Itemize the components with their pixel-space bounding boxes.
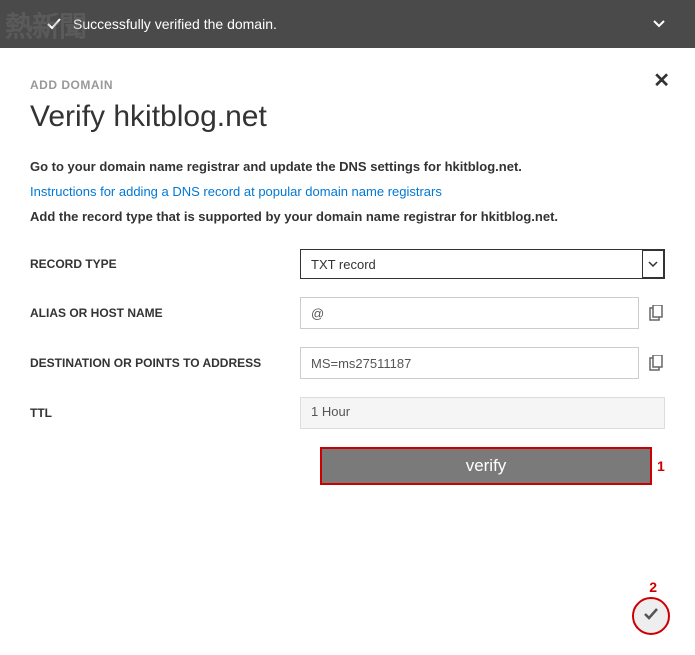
record-type-label: RECORD TYPE bbox=[30, 257, 300, 271]
main-content: ✕ ADD DOMAIN Verify hkitblog.net Go to y… bbox=[0, 48, 695, 485]
destination-row: DESTINATION OR POINTS TO ADDRESS bbox=[30, 347, 665, 379]
page-title: Verify hkitblog.net bbox=[30, 100, 665, 134]
breadcrumb: ADD DOMAIN bbox=[30, 78, 665, 92]
alias-input[interactable] bbox=[300, 297, 639, 329]
ttl-label: TTL bbox=[30, 406, 300, 420]
alias-label: ALIAS OR HOST NAME bbox=[30, 306, 300, 320]
ttl-value: 1 Hour bbox=[300, 397, 665, 429]
annotation-1: 1 bbox=[657, 458, 665, 474]
form-section: RECORD TYPE TXT record ALIAS OR HOST NAM… bbox=[30, 249, 665, 485]
instruction-line-2: Add the record type that is supported by… bbox=[30, 209, 665, 224]
confirm-button[interactable] bbox=[632, 597, 670, 635]
instruction-line-1: Go to your domain name registrar and upd… bbox=[30, 159, 665, 174]
record-type-select[interactable]: TXT record bbox=[300, 249, 665, 279]
verify-button[interactable]: verify bbox=[320, 447, 652, 485]
instructions-link[interactable]: Instructions for adding a DNS record at … bbox=[30, 184, 665, 199]
copy-icon[interactable] bbox=[647, 354, 665, 372]
watermark: 熱新聞 bbox=[5, 5, 86, 45]
destination-label: DESTINATION OR POINTS TO ADDRESS bbox=[30, 356, 300, 370]
dropdown-arrow-icon[interactable] bbox=[642, 250, 664, 278]
copy-icon[interactable] bbox=[647, 304, 665, 322]
annotation-2: 2 bbox=[649, 579, 657, 595]
record-type-value: TXT record bbox=[311, 257, 376, 272]
notification-text: Successfully verified the domain. bbox=[73, 16, 653, 32]
record-type-row: RECORD TYPE TXT record bbox=[30, 249, 665, 279]
notification-bar[interactable]: Successfully verified the domain. bbox=[0, 0, 695, 48]
check-icon bbox=[641, 604, 661, 629]
chevron-down-icon[interactable] bbox=[653, 17, 665, 31]
destination-input[interactable] bbox=[300, 347, 639, 379]
alias-row: ALIAS OR HOST NAME bbox=[30, 297, 665, 329]
ttl-row: TTL 1 Hour bbox=[30, 397, 665, 429]
close-button[interactable]: ✕ bbox=[653, 68, 670, 93]
